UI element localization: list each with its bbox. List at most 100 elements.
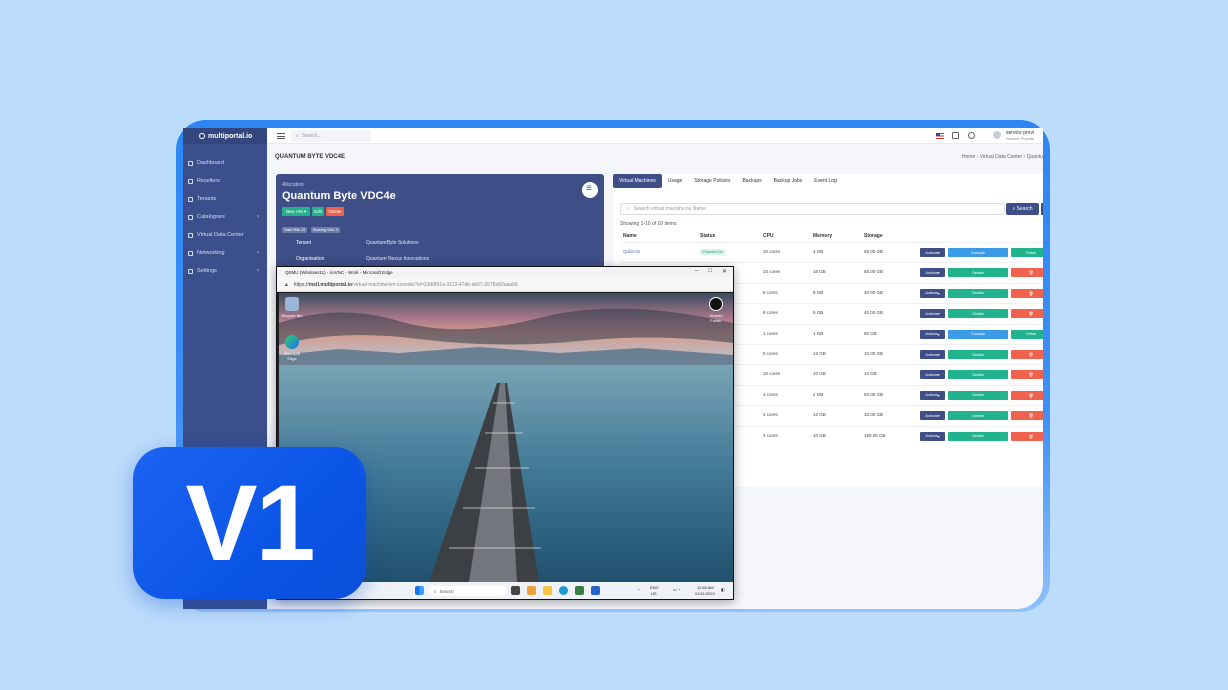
tab-backups[interactable]: Backups: [736, 174, 767, 188]
sidebar-item-label: Virtual Data Center: [197, 232, 244, 238]
sidebar-item-catalogues[interactable]: Catalogues ›: [183, 208, 267, 226]
logo[interactable]: multiportal.io: [183, 128, 267, 144]
details-button[interactable]: Details: [948, 268, 1008, 278]
gear-icon: [188, 268, 193, 274]
console-button[interactable]: Console: [948, 329, 1008, 339]
network-icon[interactable]: ▭ ◔: [673, 587, 680, 592]
minimize-icon[interactable]: –: [695, 268, 698, 275]
details-button[interactable]: Details: [948, 390, 1008, 400]
tab-backup-jobs[interactable]: Backup Jobs: [768, 174, 809, 188]
fullscreen-icon[interactable]: [952, 132, 959, 139]
actions-dropdown-button[interactable]: Actions ▾: [920, 370, 945, 380]
new-vm-button[interactable]: New VM ▾: [282, 207, 310, 216]
details-button[interactable]: Detail: [1011, 329, 1043, 339]
vm-cpu: 10 cores: [763, 269, 781, 275]
details-button[interactable]: Detail: [1011, 248, 1043, 257]
vm-name-link[interactable]: Qubit-01: [623, 249, 640, 254]
sidebar-item-tenants[interactable]: Tenants: [183, 190, 267, 208]
file-explorer-icon[interactable]: [543, 586, 552, 595]
tray-chevron-icon[interactable]: ⌃: [637, 588, 640, 593]
trash-icon[interactable]: 🗑︎: [1011, 390, 1043, 400]
breadcrumb-home[interactable]: Home: [962, 154, 975, 160]
language-flag-icon[interactable]: [936, 133, 944, 139]
caret-down-icon: ▾: [937, 312, 940, 317]
details-button[interactable]: Details: [948, 309, 1008, 319]
taskbar-language[interactable]: ENG: [650, 585, 659, 590]
vm-search-input[interactable]: ⌕ Search virtual machine by Name: [620, 203, 1005, 215]
vm-storage: 150.00 GB: [864, 432, 886, 438]
hamburger-menu-icon[interactable]: [277, 133, 285, 139]
col-header-status: Status: [700, 233, 716, 239]
caret-down-icon: ▾: [937, 291, 940, 296]
trash-icon[interactable]: 🗑︎: [1011, 268, 1043, 278]
sidebar-item-virtual-data-center[interactable]: Virtual Data Center: [183, 226, 267, 244]
maximize-icon[interactable]: □: [708, 268, 712, 275]
sidebar-item-settings[interactable]: Settings ›: [183, 262, 267, 280]
trash-icon[interactable]: 🗑︎: [1011, 288, 1043, 298]
sidebar-item-label: Resellers: [197, 178, 220, 184]
outlook-icon[interactable]: [591, 586, 600, 595]
breadcrumb-vdc[interactable]: Virtual Data Center: [980, 154, 1022, 160]
edge-browser-icon[interactable]: Microsoft Edge: [281, 335, 303, 361]
tab-storage-policies[interactable]: Storage Policies: [688, 174, 736, 188]
caret-down-icon: ▾: [304, 208, 307, 214]
actions-dropdown-button[interactable]: Actions ▾: [920, 411, 945, 421]
trash-icon[interactable]: 🗑︎: [1011, 350, 1043, 359]
sidebar-item-label: Settings: [197, 268, 217, 274]
address-bar[interactable]: 🔒︎ https://mstl.multiportal.io/virtual-m…: [277, 278, 733, 292]
logo-text: multiportal.io: [208, 132, 253, 140]
store-icon[interactable]: [575, 586, 584, 595]
widgets-icon[interactable]: [527, 586, 536, 595]
tab-event-log[interactable]: Event Log: [808, 174, 843, 188]
tenant-label: Tenant: [296, 240, 312, 246]
shared-folder-icon[interactable]: Shared Folder: [705, 297, 727, 323]
details-button[interactable]: Details: [948, 288, 1008, 298]
trash-icon[interactable]: 🗑︎: [1011, 431, 1043, 441]
desktop-icon-label: Shared Folder: [709, 313, 723, 323]
actions-dropdown-button[interactable]: Actions ▾: [920, 329, 945, 339]
trash-icon[interactable]: 🗑︎: [1011, 309, 1043, 319]
delete-button[interactable]: Delete: [326, 207, 344, 216]
actions-dropdown-button[interactable]: Actions ▾: [920, 309, 945, 319]
tab-usage[interactable]: Usage: [662, 174, 688, 188]
notification-icon[interactable]: ◧: [721, 587, 725, 592]
console-button[interactable]: Console: [948, 248, 1008, 257]
details-button[interactable]: Details: [948, 350, 1008, 359]
vm-extra-button[interactable]: [1041, 203, 1043, 215]
breadcrumb-current: Quantu: [1026, 154, 1043, 160]
allocation-menu-button[interactable]: [582, 182, 598, 198]
details-button[interactable]: Details: [948, 370, 1008, 380]
tab-virtual-machines[interactable]: Virtual Machines: [613, 174, 662, 188]
actions-dropdown-button[interactable]: Actions ▾: [920, 248, 945, 257]
user-menu[interactable]: service provi Service Provide: [988, 128, 1043, 144]
task-view-icon[interactable]: [511, 586, 520, 595]
taskbar-time[interactable]: 11:55 AM: [697, 585, 714, 590]
actions-dropdown-button[interactable]: Actions ▾: [920, 390, 945, 400]
vm-search-button-label: Search: [1016, 206, 1033, 212]
sidebar-item-dashboard[interactable]: Dashboard: [183, 154, 267, 172]
sidebar-item-resellers[interactable]: Resellers: [183, 172, 267, 190]
actions-dropdown-button[interactable]: Actions ▾: [920, 431, 945, 441]
url-path: /virtual-machine/vm-console?id=23d0f91a-…: [352, 281, 518, 288]
actions-dropdown-button[interactable]: Actions ▾: [920, 350, 945, 359]
trash-icon[interactable]: 🗑︎: [1011, 411, 1043, 421]
trash-icon[interactable]: 🗑︎: [1011, 370, 1043, 380]
edge-taskbar-icon[interactable]: [559, 586, 568, 595]
chevron-right-icon: ›: [257, 250, 259, 256]
vm-cpu: 8 cores: [763, 289, 778, 295]
sidebar-item-networking[interactable]: Networking ›: [183, 244, 267, 262]
close-icon[interactable]: ✕: [722, 268, 727, 275]
taskbar-search[interactable]: ⌕ Search: [429, 586, 507, 596]
dark-mode-icon[interactable]: [968, 132, 975, 139]
actions-dropdown-button[interactable]: Actions ▾: [920, 268, 945, 278]
vm-search-button[interactable]: ⌕ Search: [1006, 203, 1039, 215]
start-menu-icon[interactable]: [415, 586, 424, 595]
edit-button[interactable]: Edit: [312, 207, 324, 216]
details-button[interactable]: Details: [948, 411, 1008, 421]
caret-down-icon: ▾: [937, 251, 940, 255]
global-search-input[interactable]: ⌕ Search...: [291, 130, 371, 142]
details-button[interactable]: Details: [948, 431, 1008, 441]
url-text: https://mstl.multiportal.io/virtual-mach…: [294, 282, 518, 288]
actions-dropdown-button[interactable]: Actions ▾: [920, 288, 945, 298]
recycle-bin-icon[interactable]: Recycle Bin: [281, 297, 303, 318]
